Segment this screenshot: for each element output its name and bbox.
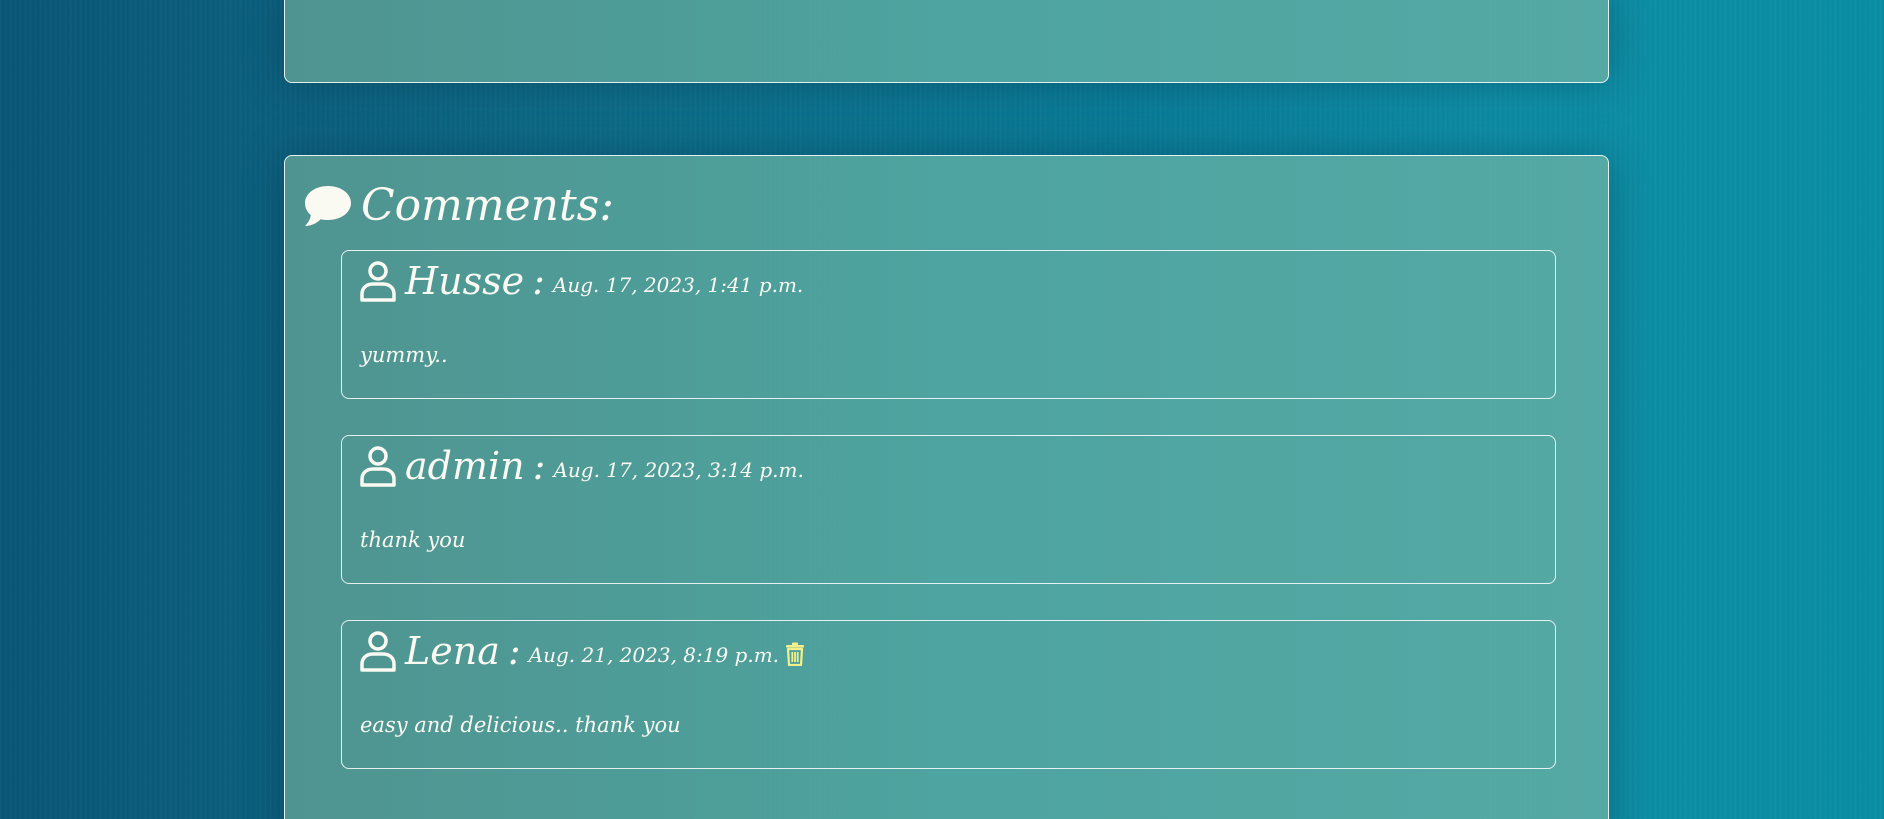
comment-body: easy and delicious.. thank you bbox=[360, 713, 681, 737]
comment-author: Husse bbox=[405, 259, 525, 303]
comment-author: Lena bbox=[405, 629, 500, 673]
comment-body: yummy.. bbox=[360, 343, 448, 367]
comment-separator: : bbox=[507, 629, 521, 673]
comments-panel: Comments: Husse : Aug. 17, 2023, 1:41 p.… bbox=[284, 155, 1609, 819]
comment-separator: : bbox=[532, 259, 545, 303]
comment-separator: : bbox=[532, 444, 546, 488]
comment-body: thank you bbox=[360, 528, 466, 552]
comment-header: admin : Aug. 17, 2023, 3:14 p.m. bbox=[359, 445, 804, 487]
comment-date: Aug. 21, 2023, 8:19 p.m. bbox=[528, 643, 780, 667]
comments-heading-text: Comments: bbox=[361, 180, 615, 231]
speech-bubble-icon bbox=[303, 184, 353, 228]
comment-author: admin bbox=[405, 444, 525, 488]
user-icon bbox=[359, 630, 397, 672]
comment-card: Husse : Aug. 17, 2023, 1:41 p.m. yummy.. bbox=[341, 250, 1556, 399]
comment-date: Aug. 17, 2023, 1:41 p.m. bbox=[552, 273, 804, 297]
user-icon bbox=[359, 445, 397, 487]
comment-header: Lena : Aug. 21, 2023, 8:19 p.m. bbox=[359, 630, 805, 672]
delete-comment-trash-icon[interactable] bbox=[785, 642, 805, 666]
comment-header: Husse : Aug. 17, 2023, 1:41 p.m. bbox=[359, 260, 803, 302]
content-panel-top bbox=[284, 0, 1609, 83]
comment-date: Aug. 17, 2023, 3:14 p.m. bbox=[553, 458, 804, 482]
user-icon bbox=[359, 260, 397, 302]
comments-heading: Comments: bbox=[303, 184, 614, 228]
comment-card: Lena : Aug. 21, 2023, 8:19 p.m. easy and… bbox=[341, 620, 1556, 769]
comment-card: admin : Aug. 17, 2023, 3:14 p.m. thank y… bbox=[341, 435, 1556, 584]
